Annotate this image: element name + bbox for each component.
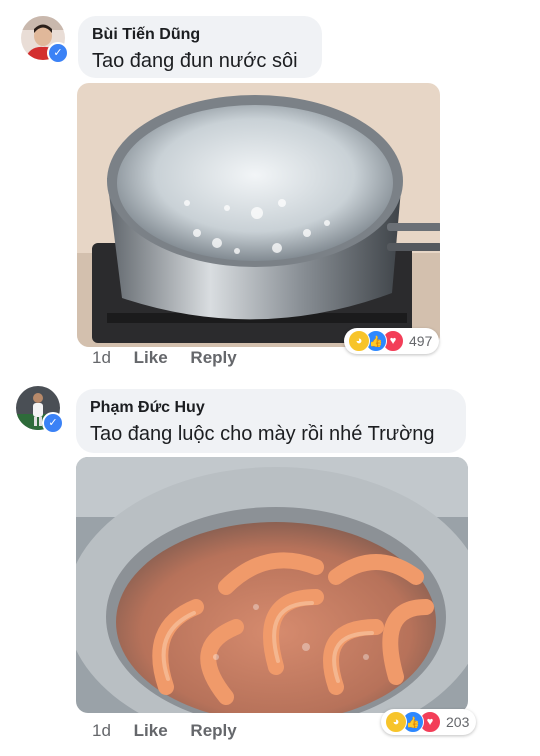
comment-time[interactable]: 1d [92,348,111,367]
boiling-shrimp-pot-image [76,457,468,713]
reaction-count: 203 [446,714,470,730]
comment-actions: 1d Like Reply [92,721,255,741]
comment-text: Tao đang luộc cho mày rồi nhé Trường [90,423,435,445]
comment-photo[interactable] [76,457,468,713]
comment-time[interactable]: 1d [92,721,111,740]
comment-1: ✓ Bùi Tiến Dũng Tao đang đun nước sôi ◕ … [0,0,540,378]
verified-badge-icon: ✓ [47,42,69,64]
comment-actions: 1d Like Reply [92,348,255,368]
reaction-count: 497 [409,333,433,349]
reply-button[interactable]: Reply [190,348,236,367]
like-button[interactable]: Like [134,348,168,367]
reactions-summary[interactable]: ◕ 👍 ♥ 203 [381,709,477,735]
reply-button[interactable]: Reply [190,721,236,740]
comment-bubble: Bùi Tiến Dũng Tao đang đun nước sôi [78,16,322,78]
verified-badge-icon: ✓ [42,412,64,434]
comment-author[interactable]: Bùi Tiến Dũng [92,25,308,45]
comment-text: Tao đang đun nước sôi [92,50,298,72]
reactions-summary[interactable]: ◕ 👍 ♥ 497 [344,328,440,354]
comment-2: ✓ Phạm Đức Huy Tao đang luộc cho mày rồi… [0,378,540,756]
avatar[interactable]: ✓ [21,16,69,64]
comment-author[interactable]: Phạm Đức Huy [90,398,452,418]
comment-photo[interactable] [77,83,440,347]
comment-bubble: Phạm Đức Huy Tao đang luộc cho mày rồi n… [76,389,466,453]
boiling-water-pot-image [77,83,440,347]
avatar[interactable]: ✓ [16,386,64,434]
haha-icon: ◕ [348,330,370,352]
haha-icon: ◕ [385,711,407,733]
like-button[interactable]: Like [134,721,168,740]
